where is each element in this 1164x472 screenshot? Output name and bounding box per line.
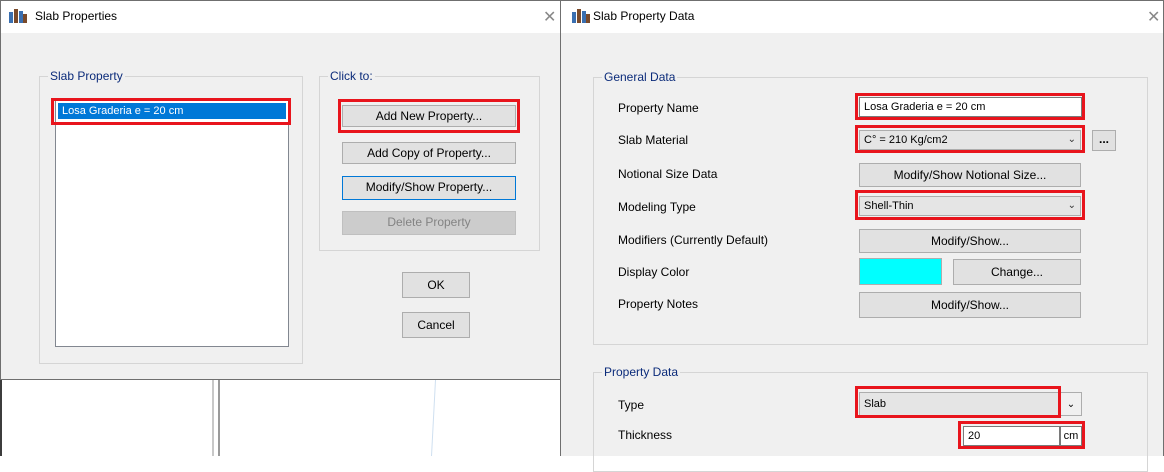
window-title: Slab Properties	[35, 9, 118, 23]
title-bar: Slab Property Data ✕	[561, 1, 1163, 33]
group-label: General Data	[602, 70, 678, 84]
canvas-line	[212, 378, 214, 456]
highlight-box	[338, 99, 520, 133]
highlight-box	[958, 421, 1085, 449]
property-name-label: Property Name	[618, 101, 699, 115]
modify-show-property-button[interactable]: Modify/Show Property...	[342, 176, 516, 200]
modifiers-button[interactable]: Modify/Show...	[859, 229, 1081, 253]
group-label: Click to:	[328, 69, 375, 83]
add-copy-property-button[interactable]: Add Copy of Property...	[342, 142, 516, 164]
slab-property-data-dialog: Slab Property Data ✕ General Data Proper…	[560, 0, 1164, 472]
group-label: Property Data	[602, 365, 681, 379]
ok-button[interactable]: OK	[402, 272, 470, 298]
modeling-type-label: Modeling Type	[618, 200, 696, 214]
notional-size-button[interactable]: Modify/Show Notional Size...	[859, 163, 1081, 187]
canvas-line	[218, 378, 220, 456]
title-bar: Slab Properties ✕	[1, 1, 561, 33]
display-color-swatch	[859, 258, 942, 285]
slab-material-label: Slab Material	[618, 133, 689, 147]
close-icon[interactable]: ✕	[1147, 7, 1160, 26]
delete-property-button: Delete Property	[342, 211, 516, 235]
type-dropdown-button[interactable]: ⌄	[1060, 392, 1082, 416]
change-color-button[interactable]: Change...	[953, 259, 1081, 285]
background-canvas	[0, 380, 560, 456]
thickness-label: Thickness	[618, 428, 673, 442]
close-icon[interactable]: ✕	[543, 7, 556, 26]
app-icon	[9, 9, 27, 23]
cancel-button[interactable]: Cancel	[402, 312, 470, 338]
property-list[interactable]: Losa Graderia e = 20 cm	[55, 100, 289, 347]
modifiers-label: Modifiers (Currently Default)	[618, 233, 769, 247]
highlight-box	[855, 386, 1061, 418]
slab-properties-dialog: Slab Properties ✕ Slab Property Losa Gra…	[0, 0, 562, 380]
highlight-box	[51, 98, 291, 125]
app-icon	[572, 9, 590, 23]
chevron-down-icon: ⌄	[1066, 399, 1076, 410]
notional-size-label: Notional Size Data	[618, 167, 718, 181]
highlight-box	[855, 93, 1085, 120]
property-notes-label: Property Notes	[618, 297, 699, 311]
type-label: Type	[618, 398, 645, 412]
group-label: Slab Property	[48, 69, 125, 83]
property-notes-button[interactable]: Modify/Show...	[859, 292, 1081, 318]
highlight-box	[855, 125, 1085, 153]
window-title: Slab Property Data	[593, 9, 695, 23]
material-ellipsis-button[interactable]: ...	[1092, 130, 1116, 151]
highlight-box	[855, 190, 1085, 220]
display-color-label: Display Color	[618, 265, 690, 279]
